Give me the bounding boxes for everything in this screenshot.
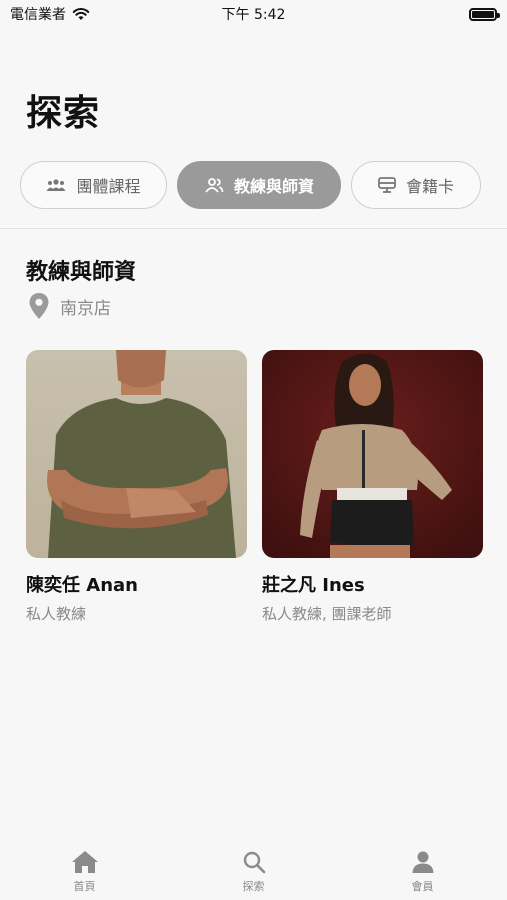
home-icon (71, 851, 98, 873)
tab-membership-card[interactable]: 會籍卡 (351, 161, 481, 209)
carrier-label: 電信業者 (10, 7, 66, 23)
tabbar-member[interactable]: 會員 (373, 840, 473, 894)
status-time: 下午 5:42 (221, 7, 286, 23)
group-icon (46, 179, 66, 191)
page-title: 探索 (26, 93, 101, 134)
status-left: 電信業者 (10, 4, 90, 24)
card-icon (378, 177, 396, 193)
section-title: 教練與師資 (26, 260, 137, 285)
tab-coaches[interactable]: 教練與師資 (177, 161, 341, 209)
tabbar-label: 探索 (242, 880, 265, 893)
tab-label: 團體課程 (76, 177, 141, 196)
divider (0, 228, 507, 229)
tabbar-label: 首頁 (73, 880, 96, 893)
status-bar: 電信業者 下午 5:42 (0, 0, 507, 28)
battery-icon (469, 7, 500, 21)
coach-name: 莊之凡 Ines (262, 575, 365, 596)
tabbar-label: 會員 (411, 880, 434, 893)
wifi-icon (72, 8, 90, 20)
coach-photo (262, 350, 483, 558)
people-icon (205, 178, 224, 193)
tabbar-explore[interactable]: 探索 (204, 840, 304, 894)
store-location[interactable]: 南京店 (28, 292, 111, 320)
location-pin-icon (29, 293, 49, 319)
coach-name: 陳奕任 Anan (26, 575, 138, 596)
coach-role: 私人教練 (26, 605, 87, 623)
location-label: 南京店 (60, 298, 111, 319)
coach-role: 私人教練, 團課老師 (262, 605, 392, 623)
coach-card[interactable]: 莊之凡 Ines 私人教練, 團課老師 (262, 350, 483, 624)
category-tabs: 團體課程 教練與師資 會籍卡 (20, 161, 481, 209)
tab-label: 教練與師資 (233, 177, 314, 196)
coach-card[interactable]: 陳奕任 Anan 私人教練 (26, 350, 247, 624)
tab-group-classes[interactable]: 團體課程 (20, 161, 167, 209)
person-icon (412, 851, 433, 873)
coach-photo (26, 350, 247, 558)
tab-label: 會籍卡 (405, 177, 454, 196)
bottom-tab-bar: 首頁 探索 會員 (0, 840, 507, 900)
search-icon (243, 851, 265, 874)
tabbar-home[interactable]: 首頁 (35, 840, 135, 894)
